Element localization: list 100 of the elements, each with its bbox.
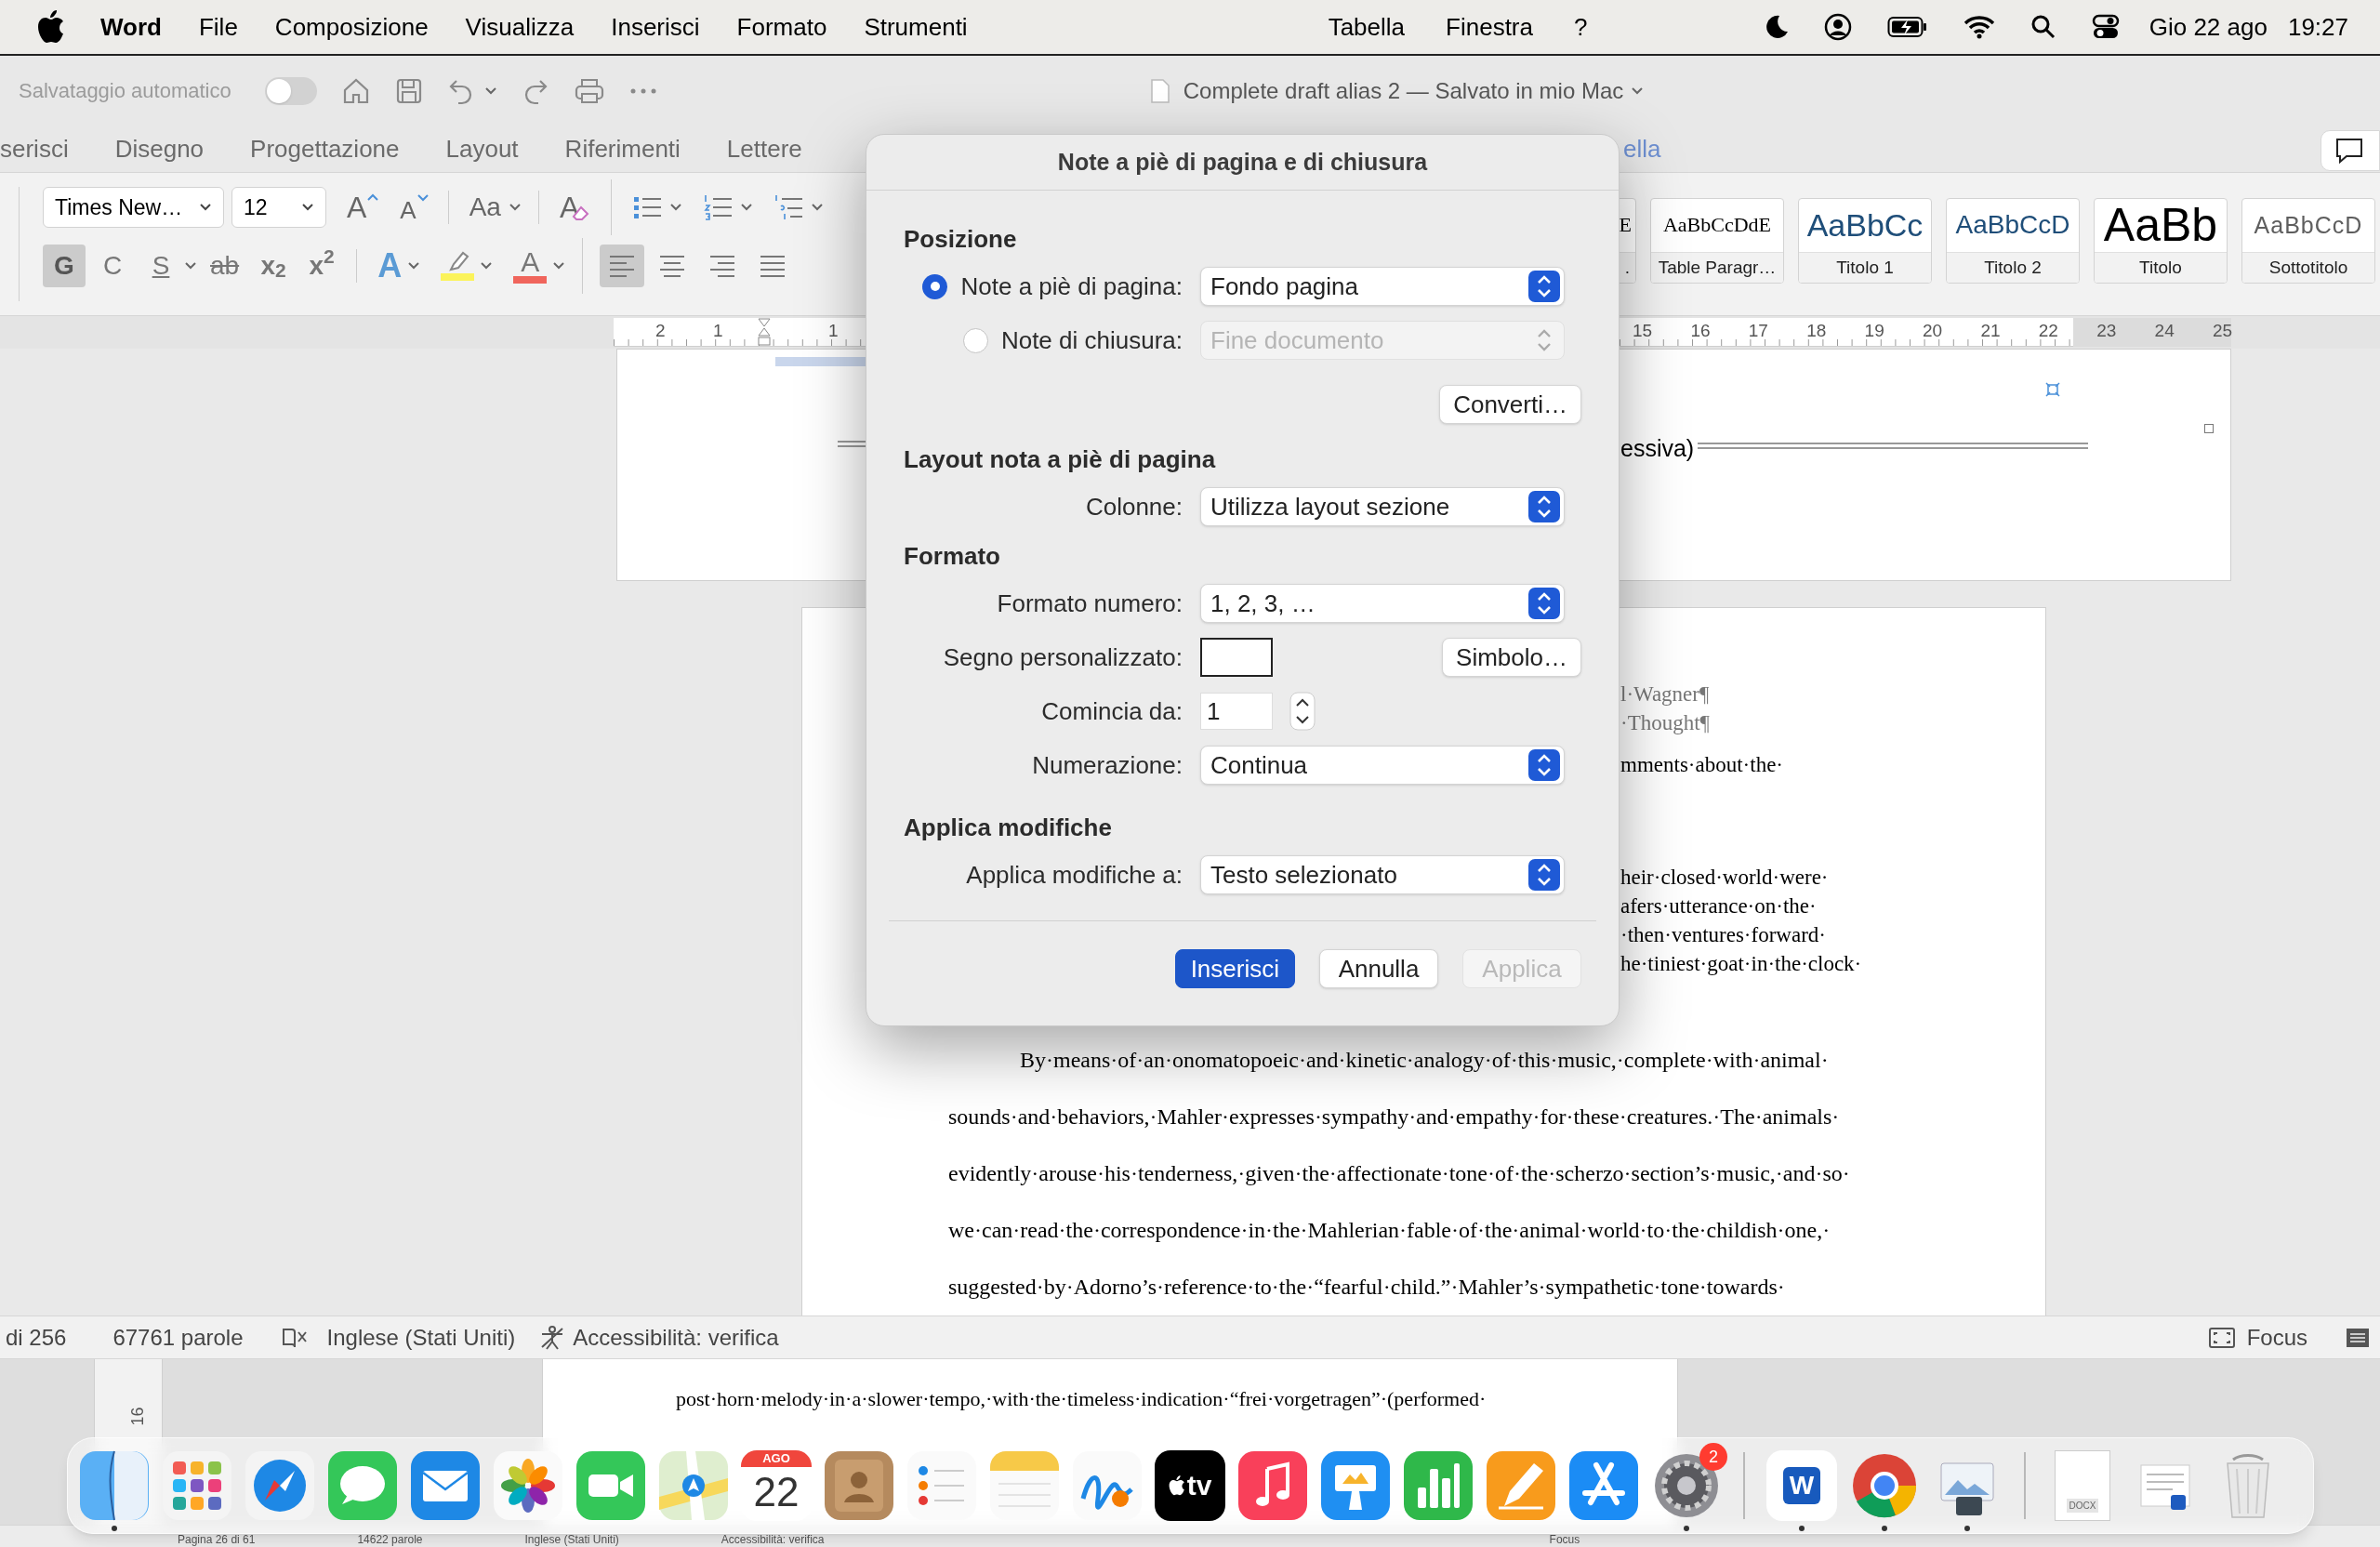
ribbon-tab[interactable]: Progettazione (250, 130, 400, 167)
format-italic-button[interactable]: C (91, 245, 134, 287)
menu-item[interactable]: Finestra (1446, 8, 1533, 46)
caret-icon[interactable] (407, 261, 421, 271)
ribbon-tab[interactable]: Lettere (726, 130, 802, 167)
style-card[interactable]: AaBb Titolo (2094, 198, 2228, 284)
caret-icon[interactable] (483, 86, 497, 96)
menu-item[interactable]: Tabella (1328, 8, 1406, 46)
document-text: heir·closed·world·were· (1620, 865, 1830, 891)
ribbon-tab[interactable]: Layout (445, 130, 519, 167)
autosave-toggle[interactable] (264, 76, 317, 105)
music-note-icon[interactable] (1237, 1450, 1308, 1521)
caret-icon[interactable] (740, 203, 754, 212)
podium-icon[interactable] (1320, 1450, 1391, 1521)
menu-item[interactable]: Visualizza (465, 8, 575, 46)
tv-icon[interactable]: tv (1155, 1450, 1225, 1521)
search-icon[interactable] (2030, 14, 2056, 40)
dialog-button[interactable]: Converti… (1439, 385, 1581, 424)
dialog-button[interactable]: Simbolo… (1442, 638, 1581, 677)
popup-menu[interactable]: Continua (1200, 746, 1565, 785)
more-icon[interactable] (628, 86, 657, 95)
accessibility-status[interactable]: Accessibilità: verifica (573, 1320, 779, 1355)
envelope-icon[interactable] (410, 1450, 481, 1521)
style-card[interactable]: AaBbCc Titolo 1 (1798, 198, 1932, 284)
format-strike-button[interactable]: ab (203, 245, 247, 287)
style-card[interactable]: AaBbCcDdE Table Paragr… (1650, 198, 1784, 284)
print-icon[interactable] (573, 76, 605, 105)
style-card[interactable]: AaBbCcD Sottotitolo (2241, 198, 2375, 284)
video-camera-icon[interactable] (575, 1450, 646, 1521)
popup-menu[interactable]: Utilizza layout sezione (1200, 487, 1565, 526)
contacts-book-icon[interactable] (824, 1450, 894, 1521)
word-count[interactable]: 67761 parole (112, 1320, 244, 1355)
highlight-button[interactable] (441, 251, 475, 281)
bar-chart-icon[interactable] (1403, 1450, 1474, 1521)
popup-menu[interactable]: Fondo pagina (1200, 267, 1565, 306)
apple-logo-icon[interactable] (37, 10, 65, 44)
format-subscript-button[interactable]: x$_{2}$ (252, 245, 296, 287)
radio-button[interactable] (922, 273, 948, 299)
ribbon-tab[interactable]: serisci (0, 130, 69, 167)
resize-handle[interactable] (2204, 424, 2214, 433)
font-dropdown[interactable]: Times New… (43, 187, 224, 228)
wifi-icon[interactable] (1963, 15, 1995, 39)
caret-icon[interactable] (1631, 86, 1645, 96)
caret-icon[interactable] (811, 203, 825, 212)
menu-item[interactable]: ? (1573, 8, 1588, 46)
document-stack-icon[interactable]: DOCX (2055, 1450, 2110, 1521)
input-field[interactable] (1200, 638, 1273, 677)
comments-button[interactable] (2320, 130, 2380, 171)
change-case-button[interactable]: Aa (469, 188, 522, 227)
speech-bubble-icon[interactable] (327, 1450, 398, 1521)
focus-button[interactable]: Focus (2246, 1320, 2307, 1355)
app-menu[interactable]: Word (100, 8, 162, 46)
input-field[interactable]: 1 (1200, 693, 1273, 730)
shrink-font-button[interactable]: A (400, 192, 430, 222)
format-bold-button[interactable]: G (43, 245, 86, 287)
align-left-button[interactable] (600, 245, 645, 287)
battery-icon[interactable] (1886, 16, 1928, 38)
menu-item[interactable]: Inserisci (611, 8, 700, 46)
format-superscript-button[interactable]: x$^{2}$ (300, 245, 344, 287)
print-layout-icon[interactable] (2345, 1326, 2371, 1349)
caret-icon[interactable] (184, 261, 197, 271)
dialog-title: Note a piè di pagina e di chiusura (1057, 147, 1428, 177)
style-card[interactable]: AaBbCcD Titolo 2 (1946, 198, 2080, 284)
popup-menu[interactable]: 1, 2, 3, … (1200, 584, 1565, 623)
ribbon-tab[interactable]: Riferimenti (564, 130, 681, 167)
font-size-dropdown[interactable]: 12 (231, 187, 326, 228)
dialog-button[interactable]: Inserisci (1174, 949, 1295, 988)
menu-item[interactable]: Strumenti (864, 8, 968, 46)
save-icon[interactable] (394, 76, 423, 105)
page-count[interactable]: di 256 (6, 1320, 67, 1355)
section-heading: Layout nota a piè di pagina (904, 443, 1216, 475)
indent-marker-icon[interactable] (757, 318, 772, 346)
user-icon[interactable] (1823, 13, 1852, 41)
menu-item[interactable]: File (198, 8, 238, 46)
style-sample: AaBbCcD (1955, 212, 2070, 239)
ribbon-tab[interactable]: Disegno (114, 130, 205, 167)
compass-icon[interactable] (245, 1450, 315, 1521)
grow-font-button[interactable]: A (347, 192, 380, 222)
word-document-icon[interactable]: W (1766, 1450, 1837, 1521)
numbered-list-icon[interactable] (703, 193, 734, 221)
multilevel-list-icon[interactable] (774, 193, 804, 221)
style-name: Titolo 2 (1984, 256, 2042, 279)
ruler-number: 17 (1748, 320, 1768, 342)
caret-icon[interactable] (669, 203, 683, 212)
caret-icon[interactable] (480, 261, 494, 271)
dialog-button[interactable]: Annulla (1319, 949, 1438, 988)
proofing-icon[interactable] (280, 1326, 309, 1349)
a-shaped-icon[interactable] (1568, 1450, 1639, 1521)
format-underline-button[interactable]: S (139, 245, 182, 287)
map-icon[interactable] (658, 1450, 729, 1521)
focus-icon[interactable] (2207, 1326, 2236, 1349)
menu-item[interactable]: Formato (736, 8, 827, 46)
language-status[interactable]: Inglese (Stati Uniti) (326, 1320, 516, 1355)
popup-menu[interactable]: Testo selezionato (1200, 855, 1565, 894)
font-color-button[interactable]: A (513, 248, 548, 284)
control-center-icon[interactable] (2091, 13, 2120, 41)
caret-icon[interactable] (552, 261, 566, 271)
two-tone-square-icon[interactable] (79, 1450, 150, 1521)
stepper-icon[interactable] (1289, 692, 1316, 731)
menu-item[interactable]: Composizione (274, 8, 429, 46)
